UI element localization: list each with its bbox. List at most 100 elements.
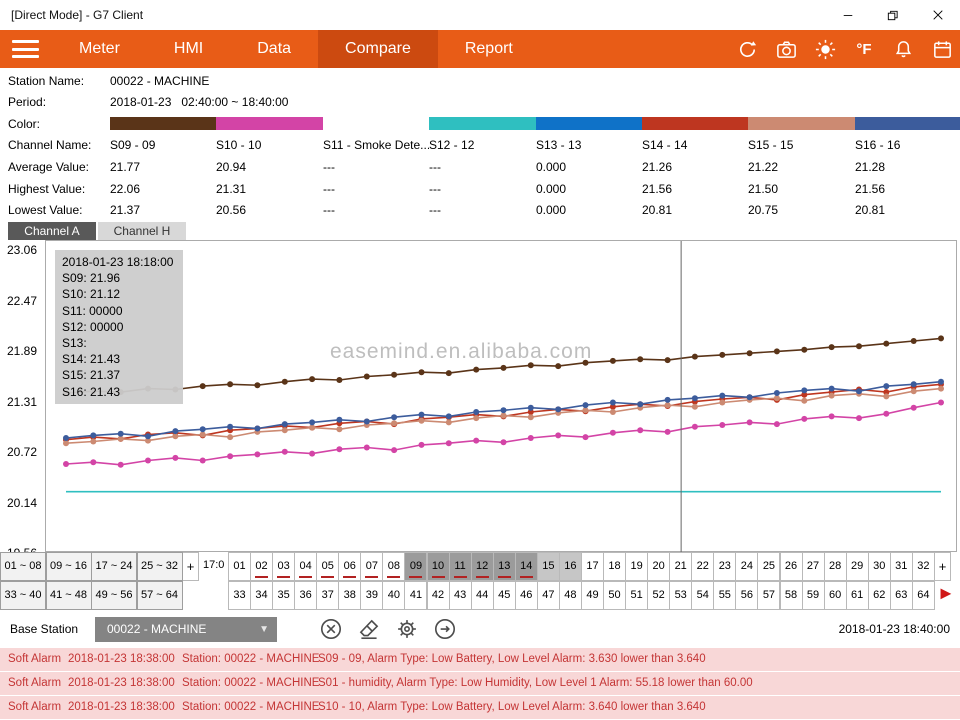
channel-button-57[interactable]: 57	[757, 581, 780, 610]
channel-button-07[interactable]: 07	[360, 552, 383, 581]
fahrenheit-icon[interactable]: °F	[852, 37, 876, 61]
channel-button-48[interactable]: 48	[559, 581, 582, 610]
nav-item-data[interactable]: Data	[230, 30, 318, 68]
channel-button-55[interactable]: 55	[713, 581, 736, 610]
channel-button-42[interactable]: 42	[427, 581, 450, 610]
channel-group-button[interactable]: 09 ~ 16	[46, 552, 92, 581]
alarm-row[interactable]: Soft Alarm2018-01-23 18:38:00Station: 00…	[0, 648, 960, 671]
channel-button-25[interactable]: 25	[757, 552, 780, 581]
channel-button-17[interactable]: 17	[581, 552, 604, 581]
channel-button-08[interactable]: 08	[382, 552, 405, 581]
channel-button-03[interactable]: 03	[272, 552, 295, 581]
channel-button-33[interactable]: 33	[228, 581, 251, 610]
cancel-icon[interactable]	[318, 616, 344, 642]
channel-button-15[interactable]: 15	[537, 552, 560, 581]
channel-button-09[interactable]: 09	[404, 552, 427, 581]
channel-group-button[interactable]: 57 ~ 64	[137, 581, 183, 610]
channel-button-44[interactable]: 44	[471, 581, 494, 610]
restore-button[interactable]	[870, 0, 915, 30]
channel-button-11[interactable]: 11	[449, 552, 472, 581]
base-station-dropdown[interactable]: 00022 - MACHINE ▼	[95, 617, 277, 642]
next-page-arrow-icon[interactable]: ►	[937, 583, 955, 604]
channel-button-40[interactable]: 40	[382, 581, 405, 610]
menu-icon[interactable]	[12, 40, 39, 58]
channel-button-28[interactable]: 28	[824, 552, 847, 581]
channel-button-39[interactable]: 39	[360, 581, 383, 610]
channel-button-26[interactable]: 26	[780, 552, 803, 581]
channel-button-45[interactable]: 45	[493, 581, 516, 610]
channel-button-36[interactable]: 36	[294, 581, 317, 610]
channel-button-05[interactable]: 05	[316, 552, 339, 581]
alarm-row[interactable]: Soft Alarm2018-01-23 18:38:00Station: 00…	[0, 672, 960, 695]
channel-group-button[interactable]: 17 ~ 24	[91, 552, 137, 581]
channel-group-button[interactable]: 25 ~ 32	[137, 552, 183, 581]
channel-button-56[interactable]: 56	[735, 581, 758, 610]
channel-button-60[interactable]: 60	[824, 581, 847, 610]
expand-right-button[interactable]: +	[934, 552, 951, 581]
channel-button-63[interactable]: 63	[890, 581, 913, 610]
channel-button-52[interactable]: 52	[647, 581, 670, 610]
channel-group-button[interactable]: 33 ~ 40	[0, 581, 46, 610]
channel-button-23[interactable]: 23	[713, 552, 736, 581]
channel-button-61[interactable]: 61	[846, 581, 869, 610]
channel-button-04[interactable]: 04	[294, 552, 317, 581]
channel-button-24[interactable]: 24	[735, 552, 758, 581]
alarm-row[interactable]: Soft Alarm2018-01-23 18:38:00Station: 00…	[0, 696, 960, 719]
close-button[interactable]	[915, 0, 960, 30]
channel-button-62[interactable]: 62	[868, 581, 891, 610]
settings-gear-icon[interactable]	[394, 616, 420, 642]
channel-button-53[interactable]: 53	[669, 581, 692, 610]
channel-button-58[interactable]: 58	[780, 581, 803, 610]
calendar-icon[interactable]	[930, 37, 954, 61]
channel-button-18[interactable]: 18	[603, 552, 626, 581]
channel-button-47[interactable]: 47	[537, 581, 560, 610]
nav-item-report[interactable]: Report	[438, 30, 540, 68]
eraser-icon[interactable]	[356, 616, 382, 642]
sync-icon[interactable]	[735, 37, 759, 61]
channel-button-50[interactable]: 50	[603, 581, 626, 610]
channel-button-02[interactable]: 02	[250, 552, 273, 581]
channel-group-button[interactable]: 41 ~ 48	[46, 581, 92, 610]
nav-item-hmi[interactable]: HMI	[147, 30, 230, 68]
tab-channel-a[interactable]: Channel A	[8, 222, 96, 240]
channel-button-27[interactable]: 27	[802, 552, 825, 581]
channel-button-13[interactable]: 13	[493, 552, 516, 581]
channel-button-35[interactable]: 35	[272, 581, 295, 610]
channel-button-22[interactable]: 22	[691, 552, 714, 581]
channel-button-51[interactable]: 51	[625, 581, 648, 610]
channel-button-32[interactable]: 32	[912, 552, 935, 581]
channel-button-12[interactable]: 12	[471, 552, 494, 581]
channel-button-38[interactable]: 38	[338, 581, 361, 610]
channel-button-30[interactable]: 30	[868, 552, 891, 581]
tab-channel-h[interactable]: Channel H	[98, 222, 186, 240]
channel-group-button[interactable]: 49 ~ 56	[91, 581, 137, 610]
channel-button-10[interactable]: 10	[427, 552, 450, 581]
brightness-icon[interactable]	[813, 37, 837, 61]
channel-button-19[interactable]: 19	[625, 552, 648, 581]
channel-button-41[interactable]: 41	[404, 581, 427, 610]
channel-button-59[interactable]: 59	[802, 581, 825, 610]
channel-button-06[interactable]: 06	[338, 552, 361, 581]
alarm-bell-icon[interactable]	[891, 37, 915, 61]
channel-button-37[interactable]: 37	[316, 581, 339, 610]
channel-button-20[interactable]: 20	[647, 552, 670, 581]
channel-button-31[interactable]: 31	[890, 552, 913, 581]
nav-item-meter[interactable]: Meter	[52, 30, 147, 68]
expand-left-button[interactable]: +	[182, 552, 199, 581]
channel-button-21[interactable]: 21	[669, 552, 692, 581]
channel-button-29[interactable]: 29	[846, 552, 869, 581]
channel-group-button[interactable]: 01 ~ 08	[0, 552, 46, 581]
channel-button-54[interactable]: 54	[691, 581, 714, 610]
channel-button-34[interactable]: 34	[250, 581, 273, 610]
channel-button-16[interactable]: 16	[559, 552, 582, 581]
apply-arrow-icon[interactable]	[432, 616, 458, 642]
channel-button-49[interactable]: 49	[581, 581, 604, 610]
camera-icon[interactable]	[774, 37, 798, 61]
nav-item-compare[interactable]: Compare	[318, 30, 438, 68]
channel-button-01[interactable]: 01	[228, 552, 251, 581]
channel-button-43[interactable]: 43	[449, 581, 472, 610]
channel-button-46[interactable]: 46	[515, 581, 538, 610]
channel-button-14[interactable]: 14	[515, 552, 538, 581]
channel-button-64[interactable]: 64	[912, 581, 935, 610]
minimize-button[interactable]	[825, 0, 870, 30]
